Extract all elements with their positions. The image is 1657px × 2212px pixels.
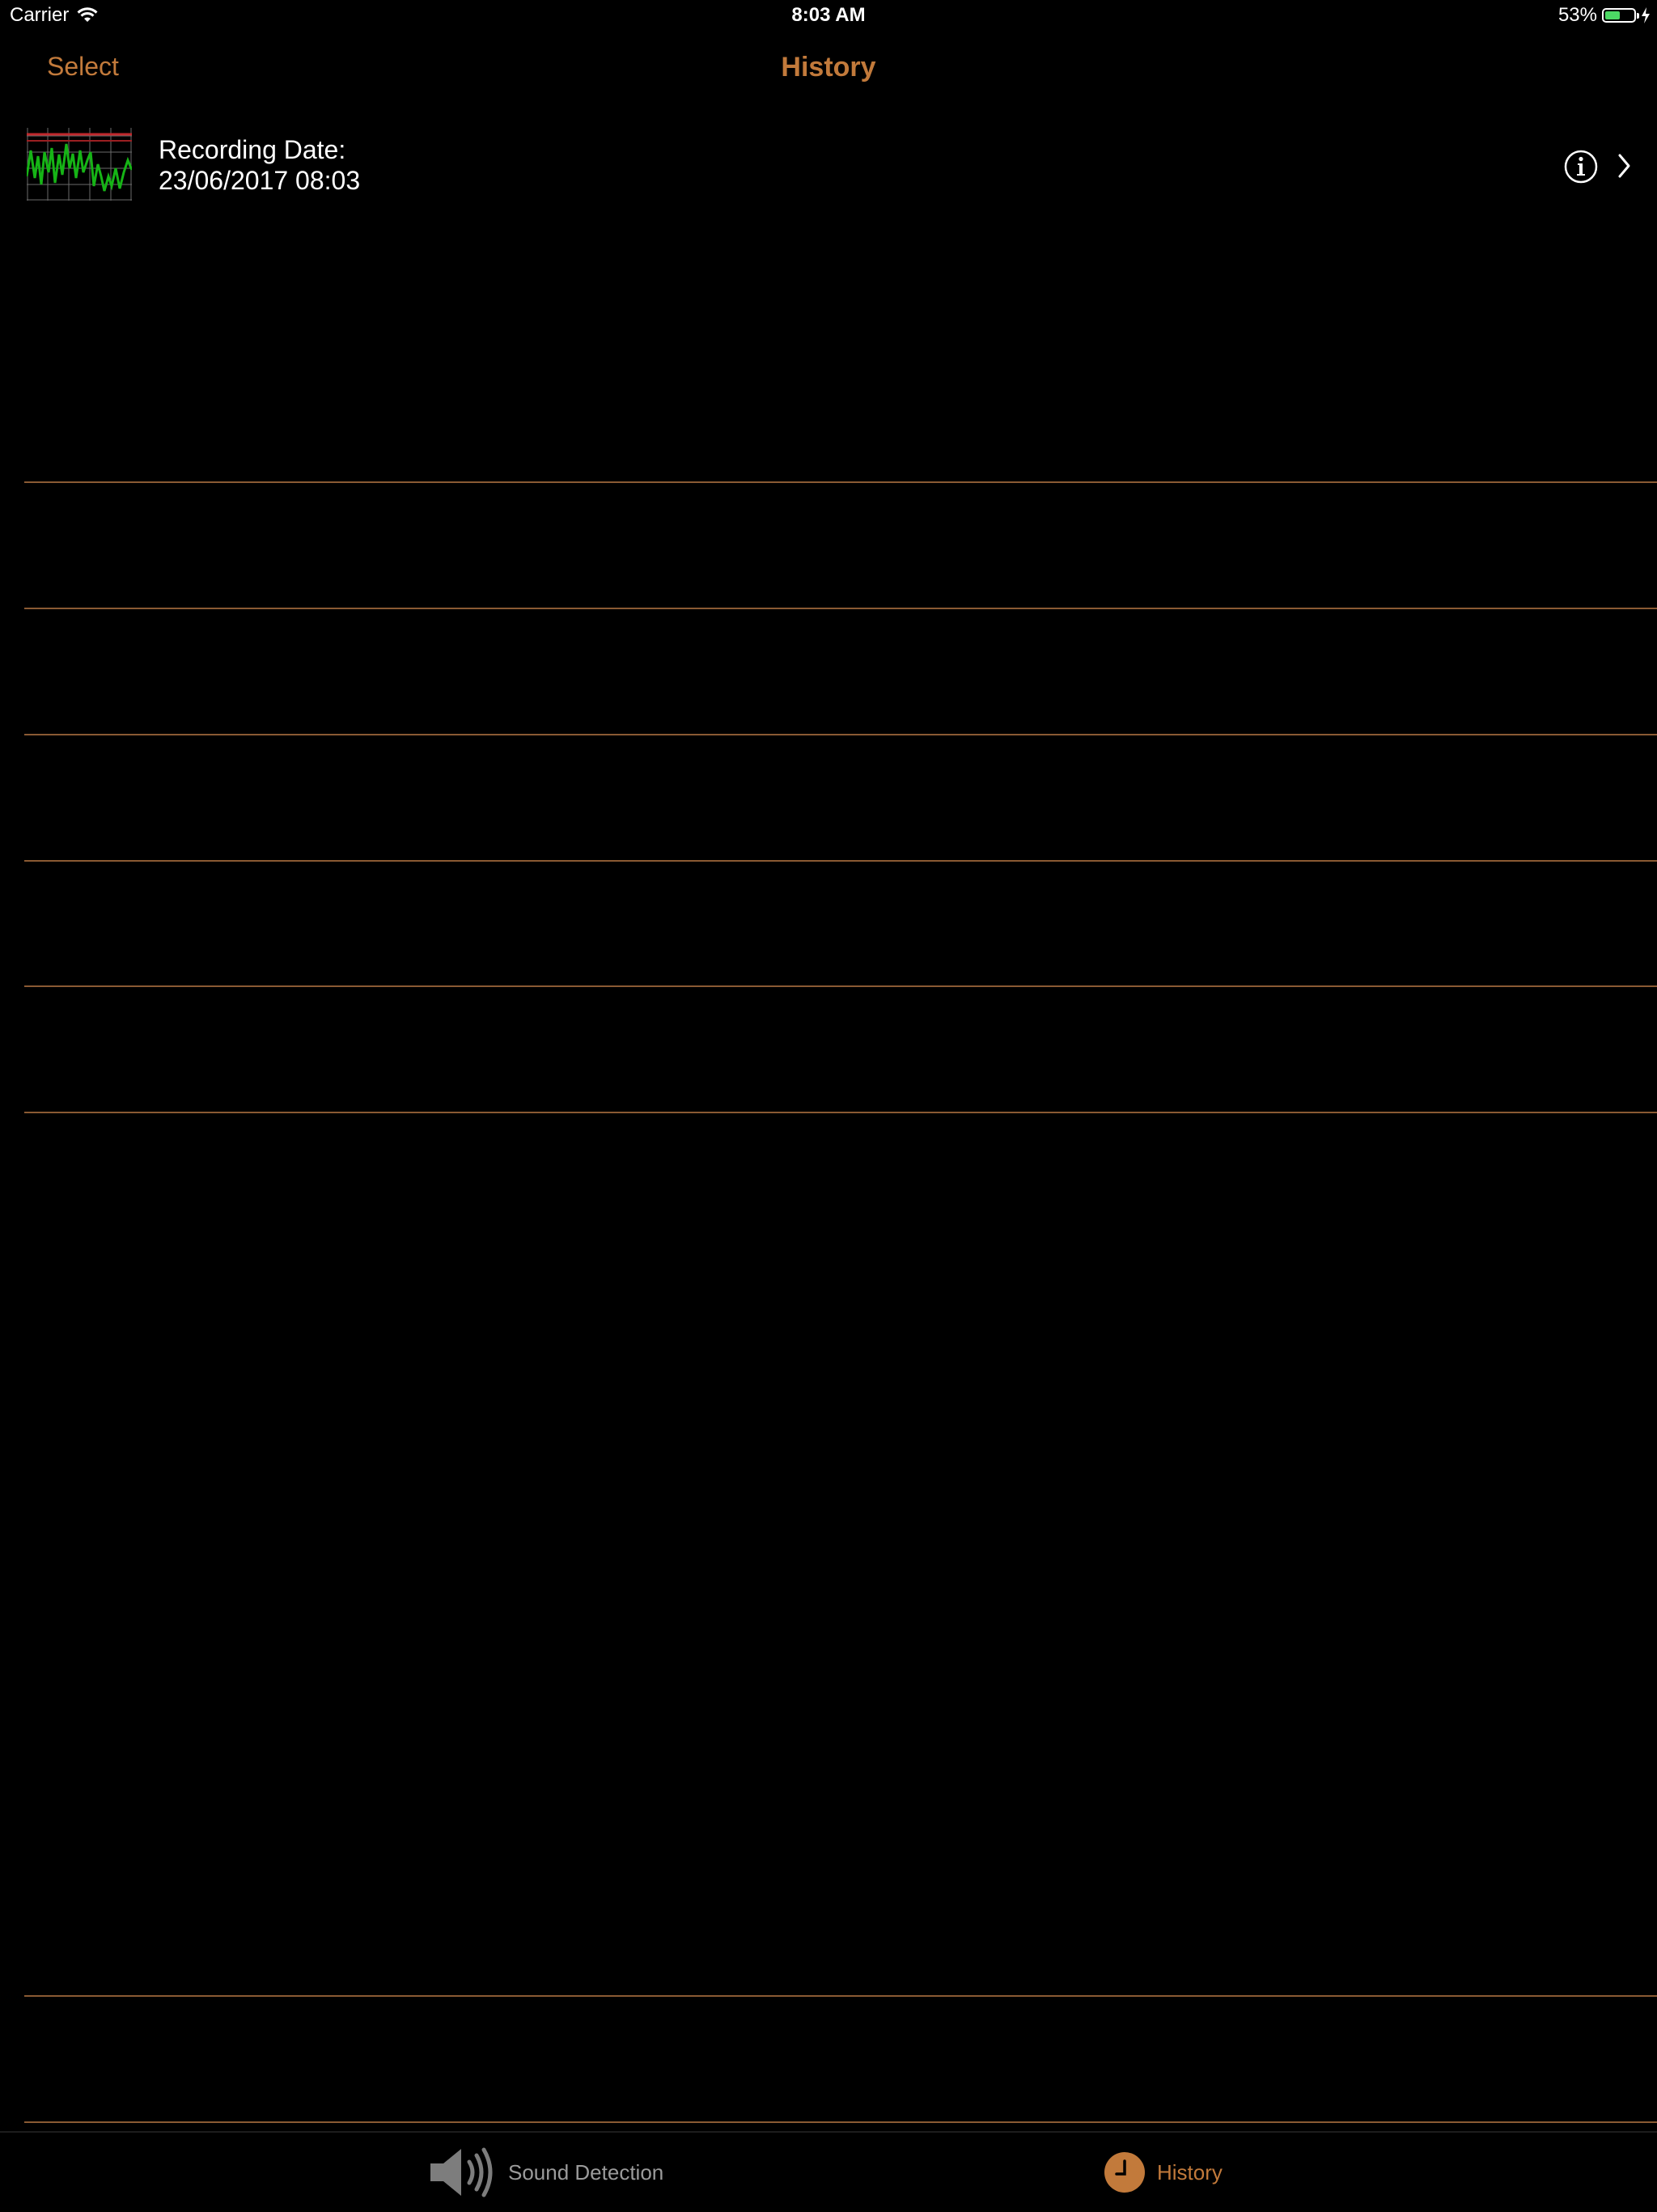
clock-icon — [1104, 2152, 1145, 2193]
charging-bolt-icon — [1642, 7, 1650, 23]
row-separator — [24, 1995, 1657, 1997]
row-separator — [24, 2121, 1657, 2123]
tab-bar: Sound Detection History — [0, 2131, 1657, 2212]
row-separator — [24, 481, 1657, 483]
row-separator — [24, 734, 1657, 735]
status-bar: Carrier 8:03 AM 53% — [0, 0, 1657, 32]
info-icon[interactable] — [1563, 149, 1599, 184]
speaker-icon — [430, 2147, 493, 2197]
row-separator — [24, 608, 1657, 609]
row-separator — [24, 1112, 1657, 1113]
recording-date: 23/06/2017 08:03 — [159, 166, 361, 195]
row-separator — [24, 860, 1657, 862]
row-separator — [24, 985, 1657, 987]
page-title: History — [781, 52, 876, 83]
recording-label: Recording Date: — [159, 135, 346, 164]
battery-percent: 53% — [1557, 4, 1597, 26]
status-time: 8:03 AM — [791, 4, 866, 26]
recording-list-item[interactable]: Recording Date: 23/06/2017 08:03 — [0, 121, 1657, 210]
tab-label-history: History — [1157, 2159, 1223, 2184]
navigation-bar: Select History — [0, 32, 1657, 104]
waveform-thumbnail-icon — [27, 128, 132, 201]
tab-sound-detection[interactable]: Sound Detection — [429, 2133, 663, 2212]
battery-level-fill — [1605, 11, 1621, 19]
battery-indicator: 53% — [1558, 4, 1651, 27]
tab-history[interactable]: History — [1104, 2133, 1223, 2212]
chevron-right-icon — [1618, 154, 1630, 178]
tab-label-sound-detection: Sound Detection — [508, 2159, 664, 2184]
battery-icon — [1602, 8, 1639, 23]
